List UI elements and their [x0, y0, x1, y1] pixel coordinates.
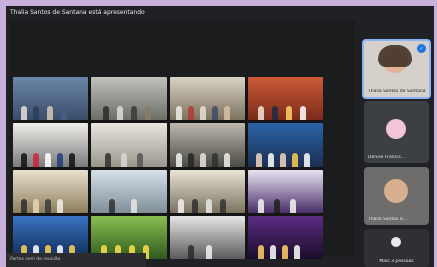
people-icon	[391, 237, 401, 247]
participant-avatar	[384, 179, 408, 203]
meeting-window: Thalia Santos de Santana está apresentan…	[6, 6, 434, 267]
participant-name: Thalia Santos de Santana	[368, 89, 426, 94]
participant-name: Thalia Santos d...	[368, 217, 407, 222]
slide-photo	[91, 169, 167, 213]
self-hair	[378, 45, 412, 67]
slide-photo	[247, 123, 323, 167]
slide-photo	[13, 123, 89, 167]
slide-photo	[169, 215, 245, 259]
participant-tile[interactable]: Thalia Santos d...	[364, 167, 429, 225]
slide-photo	[91, 123, 167, 167]
presenting-banner: Thalia Santos de Santana está apresentan…	[10, 9, 145, 16]
self-badge-icon: ✓	[417, 44, 426, 53]
slide-photo	[13, 77, 89, 121]
slide-photo	[169, 123, 245, 167]
slide-photo	[169, 169, 245, 213]
self-video-tile[interactable]: ✓ Thalia Santos de Santana	[362, 39, 431, 99]
slide-photo	[247, 77, 323, 121]
more-people-tile[interactable]: Mais 3 pessoas	[364, 229, 429, 267]
shared-slide	[13, 77, 323, 259]
slide-photo	[247, 169, 323, 213]
slide-photo	[169, 77, 245, 121]
slide-photo	[247, 215, 323, 259]
presentation-stage[interactable]	[9, 20, 355, 259]
slide-photo	[91, 77, 167, 121]
participant-avatar	[386, 119, 406, 139]
participant-name: Denise Francis...	[368, 155, 405, 160]
slide-photo	[13, 169, 89, 213]
bottom-strip: Partes sem de reunião	[6, 253, 146, 267]
participant-tile[interactable]: Denise Francis...	[364, 101, 429, 163]
more-people-label: Mais 3 pessoas	[379, 259, 414, 264]
